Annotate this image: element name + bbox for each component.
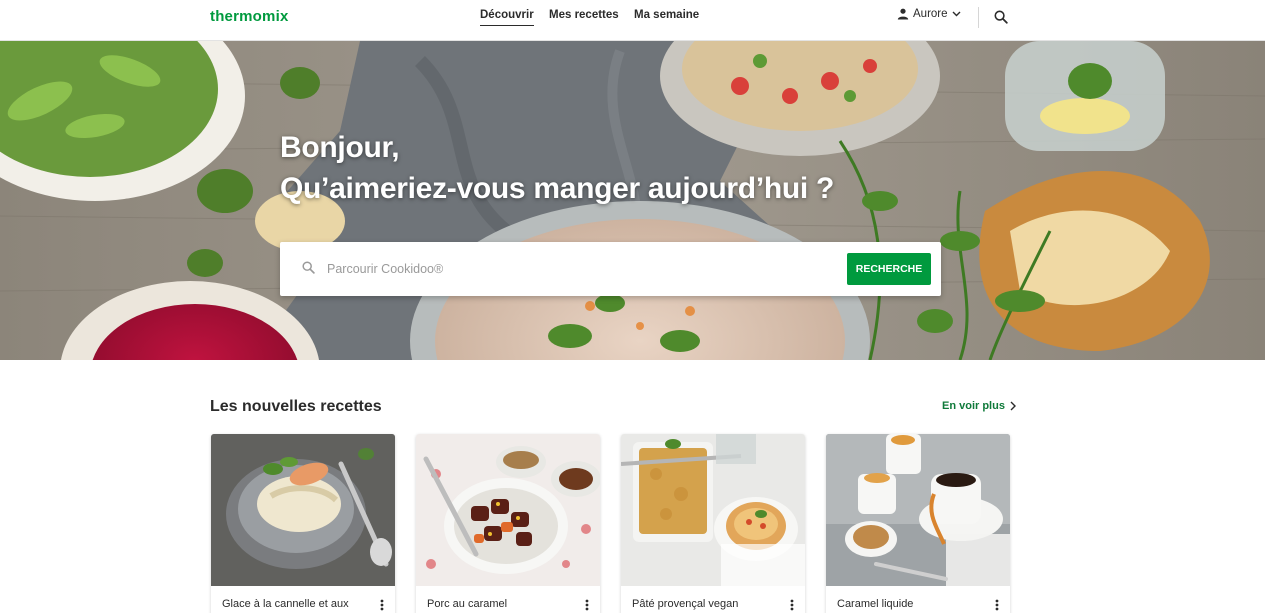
recipe-card[interactable]: Caramel liquide (826, 434, 1010, 613)
thermomix-logo[interactable]: thermomix (210, 8, 289, 25)
recipe-search-bar: RECHERCHE (280, 242, 941, 296)
greeting-question: Qu’aimeriez-vous manger aujourd’hui ? (280, 172, 834, 205)
chevron-down-icon (952, 11, 961, 17)
recipe-image-pate (621, 434, 805, 586)
nav-mes-recettes[interactable]: Mes recettes (549, 9, 619, 25)
recipe-search-input[interactable] (327, 257, 827, 281)
person-icon (897, 8, 909, 20)
recipe-card-title: Glace à la cannelle et aux (222, 598, 349, 610)
recipe-card[interactable]: Porc au caramel (416, 434, 600, 613)
recipe-card-title: Caramel liquide (837, 598, 914, 610)
search-icon[interactable] (994, 10, 1008, 24)
nav-ma-semaine[interactable]: Ma semaine (634, 9, 699, 25)
recipe-image-ice-cream (211, 434, 395, 586)
nav-decouvrir[interactable]: Découvrir (480, 9, 534, 26)
chevron-right-icon (1010, 401, 1016, 411)
see-more-label: En voir plus (942, 400, 1005, 412)
user-menu[interactable]: Aurore (897, 8, 961, 20)
more-options-icon[interactable] (377, 598, 387, 612)
recipe-image-pork (416, 434, 600, 586)
recipe-card-title: Pâté provençal vegan (632, 598, 739, 610)
top-navigation-bar: thermomix Découvrir Mes recettes Ma sema… (0, 0, 1265, 41)
recipe-image-caramel (826, 434, 1010, 586)
more-options-icon[interactable] (992, 598, 1002, 612)
greeting-hello: Bonjour, (280, 131, 400, 164)
section-title-new-recipes: Les nouvelles recettes (210, 398, 382, 415)
recipe-card[interactable]: Glace à la cannelle et aux (211, 434, 395, 613)
search-button[interactable]: RECHERCHE (847, 253, 931, 285)
user-name: Aurore (913, 8, 948, 20)
see-more-link[interactable]: En voir plus (942, 400, 1016, 412)
recipe-card-title: Porc au caramel (427, 598, 508, 610)
more-options-icon[interactable] (787, 598, 797, 612)
header-divider (978, 7, 979, 28)
hero-banner: Bonjour, Qu’aimeriez-vous manger aujourd… (0, 41, 1265, 360)
recipe-card[interactable]: Pâté provençal vegan (621, 434, 805, 613)
search-icon (302, 261, 315, 274)
more-options-icon[interactable] (582, 598, 592, 612)
